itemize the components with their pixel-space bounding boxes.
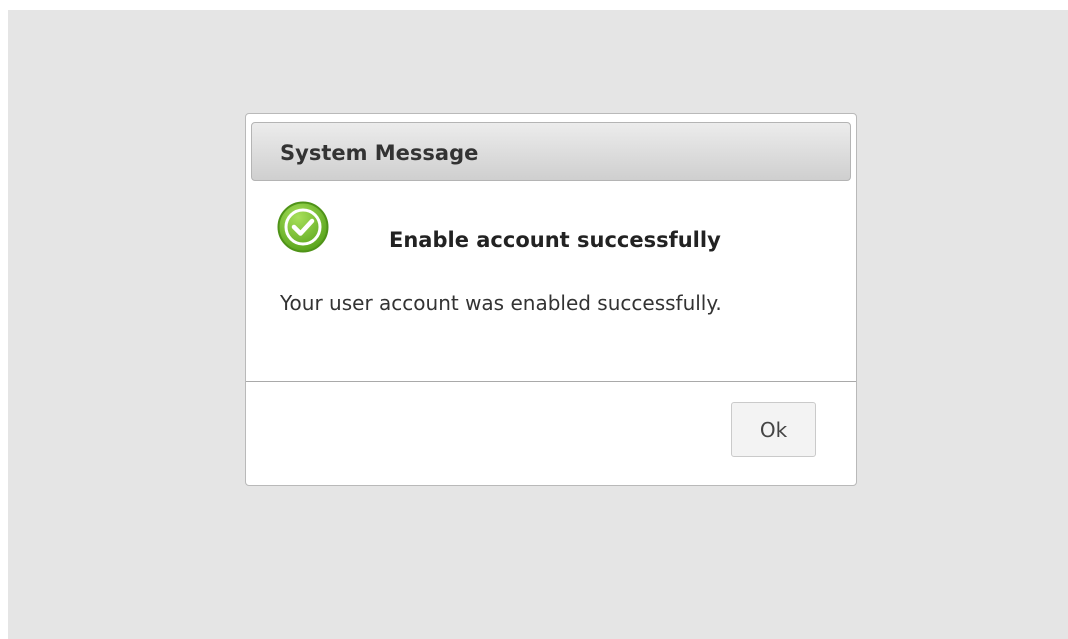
ok-button[interactable]: Ok [731, 402, 816, 457]
dialog-headline: Enable account successfully [389, 228, 721, 252]
dialog-title-bar: System Message [251, 122, 851, 181]
dialog-message: Your user account was enabled successful… [280, 291, 722, 315]
dialog-title: System Message [280, 141, 479, 165]
checkmark-success-icon [277, 201, 329, 253]
dialog-divider [246, 381, 856, 382]
system-message-dialog: System Message Enable account successful… [245, 113, 857, 486]
